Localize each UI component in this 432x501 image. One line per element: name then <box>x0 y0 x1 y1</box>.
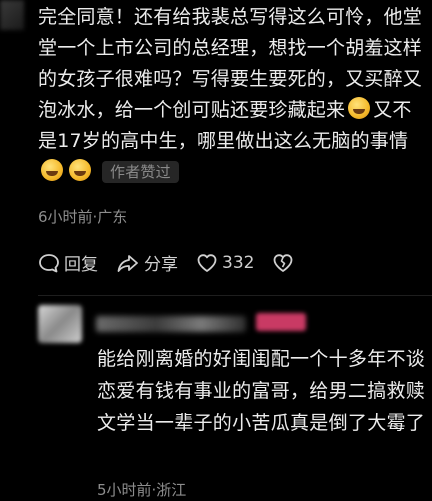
like-count: 332 <box>222 252 255 273</box>
laughing-emoji-icon <box>69 159 91 181</box>
avatar-blurred[interactable] <box>0 0 24 30</box>
share-arrow-icon <box>117 254 138 272</box>
comment-2: 能给刚离婚的好闺闺配一个十多年不谈恋爱有钱有事业的富哥，给男二搞救赎文学当一辈子… <box>97 343 427 439</box>
dislike-button[interactable] <box>272 252 298 274</box>
reply-button[interactable]: 回复 <box>38 250 98 275</box>
broken-heart-icon <box>274 253 293 272</box>
like-button[interactable]: 332 <box>196 252 254 274</box>
comment-bubble-icon <box>39 253 59 272</box>
user-badge-blurred <box>256 313 306 331</box>
comment-2-text: 能给刚离婚的好闺闺配一个十多年不谈恋爱有钱有事业的富哥，给男二搞救赎文学当一辈子… <box>97 348 426 434</box>
laughing-emoji-icon <box>348 97 371 119</box>
author-liked-badge: 作者赞过 <box>102 161 179 183</box>
share-label: 分享 <box>144 255 178 275</box>
username-blurred[interactable] <box>96 316 246 332</box>
heart-icon <box>197 253 217 272</box>
comment-1-time-location: 6小时前·广东 <box>38 208 128 226</box>
comment-1-actions: 回复 分享 332 <box>38 250 316 275</box>
reply-label: 回复 <box>64 255 98 275</box>
share-button[interactable]: 分享 <box>116 250 178 275</box>
comment-1-text: 完全同意！还有给我裴总写得这么可怜，他堂堂一个上市公司的总经理，想找一个胡羞这样… <box>38 2 424 188</box>
comment-divider <box>38 295 432 296</box>
comment-1: 完全同意！还有给我裴总写得这么可怜，他堂堂一个上市公司的总经理，想找一个胡羞这样… <box>38 2 424 188</box>
comment-2-time-location: 5小时前·浙江 <box>97 481 187 499</box>
laughing-emoji-icon <box>41 159 63 181</box>
avatar-blurred[interactable] <box>38 305 82 343</box>
